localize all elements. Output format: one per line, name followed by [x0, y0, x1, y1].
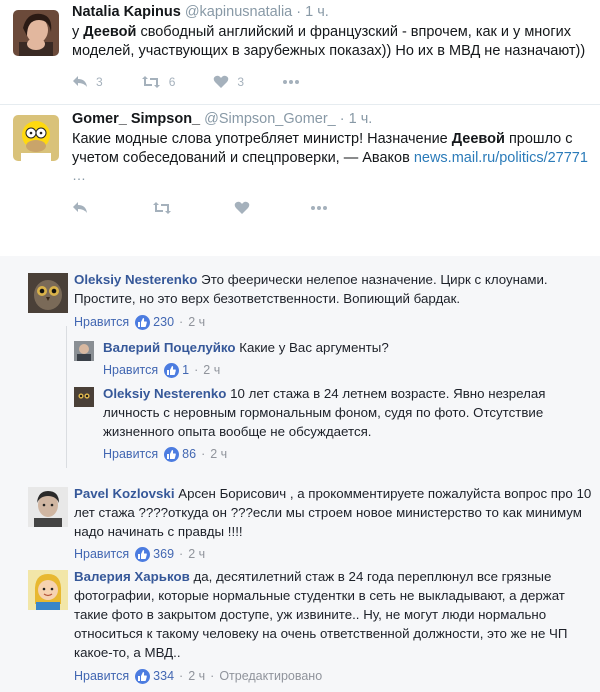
tweet-separator: · [339, 111, 345, 127]
thumbs-up-icon [135, 546, 151, 562]
comment-text: Oleksiy Nesterenko 10 лет стажа в 24 лет… [103, 386, 546, 439]
user-avatar-icon[interactable] [28, 570, 68, 610]
comment-like-count[interactable]: 369 [153, 546, 174, 562]
comments-panel: Oleksiy Nesterenko Это феерически нелепо… [0, 256, 600, 692]
meta-separator: · [179, 669, 184, 683]
comment-meta: Нравится 1 · 2 ч [103, 362, 220, 378]
comment-edited-label[interactable]: Отредактировано [219, 668, 322, 684]
thumbs-up-icon [135, 668, 151, 684]
homer-avatar-icon[interactable] [13, 115, 59, 161]
comment-author[interactable]: Валерий Поцелуйко [103, 340, 236, 355]
like-button[interactable] [234, 201, 250, 215]
heart-icon [234, 201, 250, 214]
comment-like-button[interactable]: Нравится [103, 362, 158, 378]
meta-separator: · [179, 547, 184, 561]
like-button[interactable]: 3 [213, 75, 244, 89]
comment-author[interactable]: Oleksiy Nesterenko [103, 386, 226, 401]
comment-text: Валерий Поцелуйко Какие у Вас аргументы? [103, 340, 389, 355]
reply-button[interactable]: 3 [72, 75, 103, 89]
comment-time[interactable]: 2 ч [203, 362, 220, 378]
user-avatar-icon[interactable] [74, 341, 94, 361]
retweet-icon [141, 76, 160, 88]
comment-time[interactable]: 2 ч [210, 446, 227, 462]
comment-author[interactable]: Валерия Харьков [74, 569, 190, 584]
user-avatar-icon[interactable] [13, 10, 59, 56]
retweet-button[interactable] [152, 201, 172, 215]
tweet-text: у Деевой свободный английский и французс… [72, 24, 586, 59]
retweet-count: 6 [168, 75, 176, 89]
tweet-separator: · [296, 4, 302, 20]
tweet-author-name[interactable]: Gomer_ Simpson_ [72, 111, 200, 127]
thumbs-up-icon [164, 446, 180, 462]
thumbs-up-icon [135, 314, 151, 330]
tweet-1: Natalia Kapinus @kapinusnatalia · 1 ч. у… [0, 0, 600, 104]
comment-text: Валерия Харьков да, десятилетний стаж в … [74, 569, 568, 660]
comment-time[interactable]: 2 ч [188, 668, 205, 684]
more-button[interactable] [282, 79, 300, 85]
reply-icon [73, 202, 87, 213]
user-avatar-icon[interactable] [28, 487, 68, 527]
comment-like-button[interactable]: Нравится [74, 546, 129, 562]
meta-separator: · [179, 315, 184, 329]
retweet-icon [153, 202, 171, 214]
reply-button[interactable] [72, 201, 88, 215]
tweet-timestamp[interactable]: 1 ч. [349, 111, 373, 127]
comment-meta: Нравится 86 · 2 ч [103, 446, 227, 462]
more-icon [311, 206, 327, 210]
heart-icon [214, 75, 229, 88]
comment-text: Pavel Kozlovski Арсен Борисович , а прок… [74, 486, 592, 539]
comment-text: Oleksiy Nesterenko Это феерически нелепо… [74, 272, 548, 306]
comment-meta: Нравится 230 · 2 ч [74, 314, 205, 330]
tweet-truncation: … [72, 167, 86, 183]
tweet-author-handle[interactable]: @Simpson_Gomer_ [204, 111, 336, 127]
tweet-author-name[interactable]: Natalia Kapinus [72, 4, 181, 20]
tweet-2: Gomer_ Simpson_ @Simpson_Gomer_ · 1 ч. К… [0, 105, 600, 245]
comment-like-button[interactable]: Нравится [74, 668, 129, 684]
comment-like-button[interactable]: Нравится [74, 314, 129, 330]
tweet-actions: 3 6 3 [72, 72, 338, 92]
retweet-button[interactable]: 6 [141, 75, 176, 89]
tweet-highlight: Деевой [451, 131, 505, 147]
more-icon [283, 80, 300, 84]
comment-meta: Нравится 369 · 2 ч [74, 546, 205, 562]
meta-separator: · [201, 447, 206, 461]
owl-avatar-icon[interactable] [74, 387, 94, 407]
comment-time[interactable]: 2 ч [188, 546, 205, 562]
meta-separator: · [210, 669, 215, 683]
comment-author[interactable]: Oleksiy Nesterenko [74, 272, 197, 287]
comment-like-count[interactable]: 1 [182, 362, 189, 378]
comment-time[interactable]: 2 ч [188, 314, 205, 330]
comment-like-count[interactable]: 334 [153, 668, 174, 684]
reply-count: 3 [96, 75, 103, 89]
comment-meta: Нравится 334 · 2 ч · Отредактировано [74, 668, 322, 684]
thumbs-up-icon [164, 362, 180, 378]
more-button[interactable] [310, 205, 328, 211]
tweet-actions [72, 198, 366, 218]
reply-thread-line [66, 326, 67, 468]
tweet-timestamp[interactable]: 1 ч. [305, 4, 329, 20]
comment-like-count[interactable]: 86 [182, 446, 196, 462]
owl-avatar-icon[interactable] [28, 273, 68, 313]
tweet-text: Какие модные слова употребляет министр! … [72, 131, 588, 166]
tweet-highlight: Деевой [83, 24, 137, 40]
meta-separator: · [194, 363, 199, 377]
reply-icon [73, 76, 87, 87]
tweet-link[interactable]: news.mail.ru/politics/27771 [414, 150, 588, 166]
like-count: 3 [237, 75, 245, 89]
comment-like-button[interactable]: Нравится [103, 446, 158, 462]
comment-like-count[interactable]: 230 [153, 314, 174, 330]
tweet-author-handle[interactable]: @kapinusnatalia [185, 4, 292, 20]
comment-author[interactable]: Pavel Kozlovski [74, 486, 175, 501]
